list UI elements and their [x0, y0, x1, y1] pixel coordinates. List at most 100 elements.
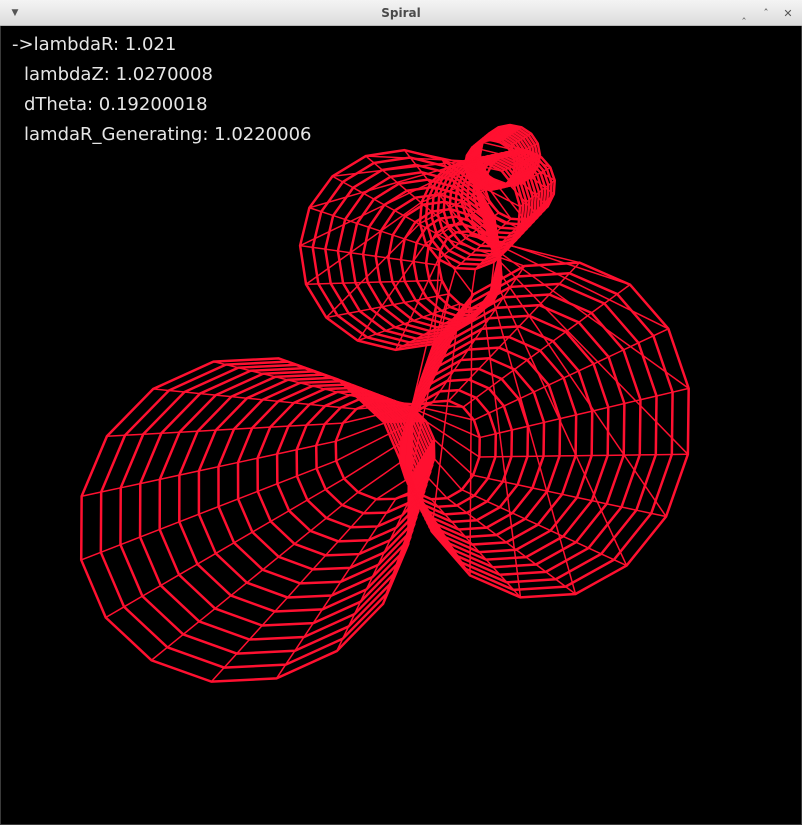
- wire-segment: [461, 489, 475, 497]
- wire-segment: [415, 297, 427, 302]
- wire-segment: [507, 181, 511, 184]
- maximize-button[interactable]: ˆ: [758, 5, 774, 21]
- wire-segment: [337, 526, 352, 542]
- wire-segment: [517, 484, 533, 489]
- wire-segment: [515, 172, 519, 175]
- wire-segment: [214, 595, 232, 610]
- wire-segment: [278, 400, 294, 404]
- wire-segment: [532, 166, 536, 169]
- wire-segment: [476, 519, 488, 529]
- wire-segment: [496, 157, 501, 160]
- wire-segment: [576, 496, 593, 502]
- wire-segment: [325, 540, 339, 556]
- wire-segment: [489, 188, 493, 191]
- wire-segment: [471, 170, 475, 173]
- wire-segment: [312, 554, 327, 570]
- wire-segment: [656, 391, 673, 397]
- wire-segment: [408, 411, 412, 415]
- wire-segment: [456, 504, 468, 514]
- wire-segment: [400, 437, 404, 441]
- wire-segment: [477, 154, 481, 157]
- wire-segment: [480, 142, 483, 146]
- wire-segment: [218, 461, 239, 468]
- wire-segment: [198, 465, 219, 472]
- wire-segment: [401, 434, 404, 438]
- wire-segment: [490, 183, 493, 186]
- wire-segment: [476, 145, 480, 149]
- wire-segment: [101, 487, 121, 493]
- window-titlebar[interactable]: ▼ Spiral ‸ ˆ ✕: [0, 0, 802, 26]
- wire-segment: [517, 162, 521, 165]
- wire-segment: [404, 466, 407, 468]
- wire-segment: [382, 303, 394, 308]
- wire-segment: [350, 251, 364, 256]
- wire-segment: [528, 175, 532, 178]
- wire-segment: [528, 157, 532, 161]
- wire-segment: [296, 444, 317, 451]
- wire-segment: [464, 163, 468, 166]
- wire-segment: [459, 237, 467, 243]
- wire-segment: [400, 259, 414, 263]
- wire-segment: [288, 499, 308, 512]
- wire-segment: [363, 253, 376, 257]
- wire-segment: [363, 498, 377, 514]
- wire-segment: [402, 463, 405, 466]
- wire-segment: [218, 498, 239, 508]
- close-button[interactable]: ✕: [780, 5, 796, 21]
- wire-segment: [486, 527, 497, 536]
- wire-segment: [516, 182, 520, 185]
- wire-segment: [182, 620, 200, 635]
- wire-segment: [482, 307, 522, 598]
- wire-segment: [474, 146, 478, 150]
- wire-segment: [488, 184, 491, 187]
- wire-segment: [294, 530, 311, 545]
- wire-segment: [653, 328, 669, 337]
- wire-segment: [503, 185, 506, 188]
- wire-segment: [511, 183, 515, 186]
- wire-segment: [262, 399, 279, 403]
- wire-segment: [403, 464, 406, 467]
- wire-segment: [252, 520, 272, 533]
- wire-segment: [325, 478, 345, 491]
- wire-segment: [471, 158, 474, 162]
- wire-segment: [288, 424, 307, 427]
- wire-segment: [536, 154, 541, 157]
- wire-segment: [520, 151, 526, 154]
- wire-segment: [337, 312, 349, 317]
- wire-segment: [406, 416, 410, 421]
- wire-segment: [529, 167, 533, 170]
- wire-segment: [159, 474, 180, 481]
- wire-segment: [548, 377, 565, 386]
- wire-segment: [492, 188, 495, 191]
- wire-segment: [383, 204, 396, 212]
- wire-segment: [277, 475, 298, 485]
- minimize-button[interactable]: ‸: [736, 5, 752, 21]
- wire-segment: [143, 432, 162, 435]
- wire-segment: [466, 173, 469, 176]
- wire-segment: [248, 625, 263, 641]
- wire-segment: [562, 535, 577, 543]
- wire-segment: [473, 148, 476, 151]
- wire-segment: [479, 178, 482, 181]
- wire-segment: [399, 461, 402, 464]
- wire-segment: [376, 329, 386, 335]
- wire-segment: [501, 151, 507, 154]
- wire-segment: [261, 610, 276, 627]
- wire-segment: [343, 442, 402, 480]
- wire-segment: [450, 303, 460, 308]
- wire-segment: [443, 250, 450, 256]
- wire-segment: [526, 168, 530, 171]
- wire-segment: [488, 159, 493, 162]
- wire-segment: [340, 406, 357, 410]
- wire-segment: [410, 405, 413, 409]
- wire-segment: [512, 172, 517, 176]
- wire-segment: [236, 639, 251, 655]
- wire-segment: [503, 398, 520, 407]
- wire-segment: [286, 582, 301, 598]
- wire-segment: [527, 421, 545, 427]
- wire-segment: [478, 144, 482, 147]
- wire-segment: [512, 179, 516, 182]
- wire-segment: [492, 183, 495, 186]
- wire-segment: [466, 162, 469, 165]
- wire-segment: [179, 513, 200, 523]
